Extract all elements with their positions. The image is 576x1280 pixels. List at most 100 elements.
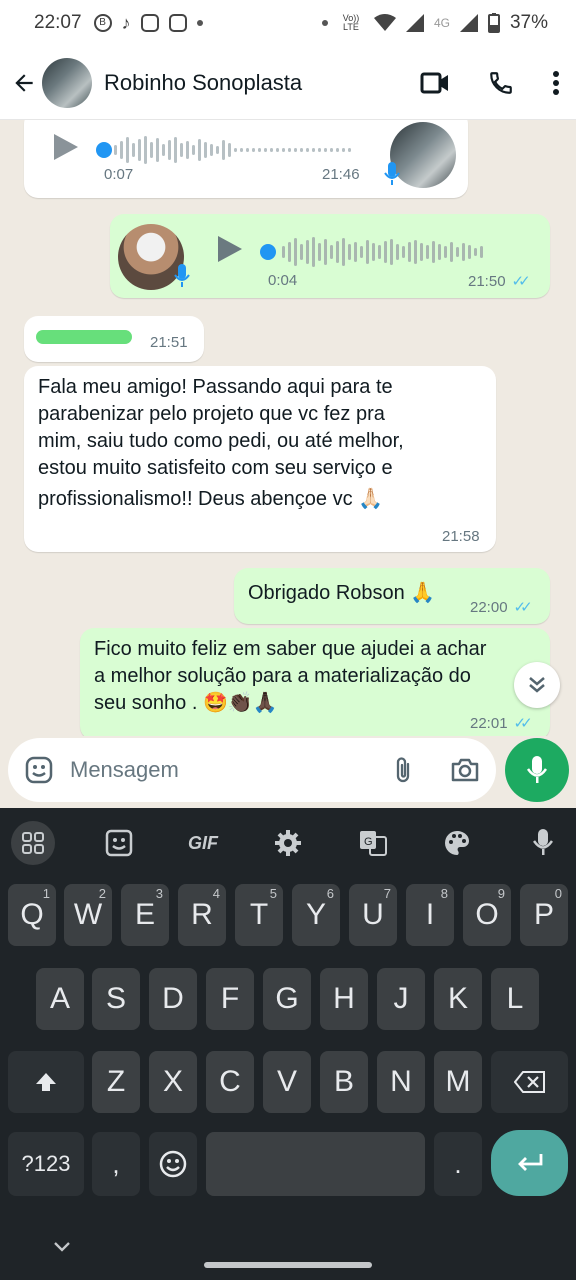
text-message-outgoing[interactable]: Fico muito feliz em saber que ajudei a a… [80, 628, 550, 736]
key-u[interactable]: U7 [349, 884, 397, 946]
message-text: Fala meu amigo! Passando aqui para te pa… [38, 376, 404, 510]
arrow-left-icon [15, 73, 33, 92]
play-icon[interactable] [218, 236, 242, 262]
contact-avatar[interactable] [42, 57, 92, 108]
comma-key[interactable]: , [92, 1132, 140, 1196]
period-key[interactable]: . [434, 1132, 482, 1196]
chat-area[interactable]: 0:07 21:46 0:04 21:50 ✓✓ 21:51 Fala meu … [0, 120, 576, 736]
mic-icon[interactable] [518, 814, 568, 872]
key-w[interactable]: W2 [64, 884, 112, 946]
emoji-key[interactable] [149, 1132, 197, 1196]
grid-icon[interactable] [8, 814, 58, 872]
notification-icons: B ♪ [93, 12, 203, 34]
space-key[interactable] [206, 1132, 425, 1196]
bitcoin-notification-icon: B [93, 14, 112, 32]
key-m[interactable]: M [434, 1051, 482, 1113]
backspace-icon [513, 1071, 545, 1093]
key-d[interactable]: D [149, 968, 197, 1030]
message-text: Obrigado Robson 🙏 [248, 582, 436, 604]
message-meta: 22:01 ✓✓ [470, 714, 533, 733]
translate-icon[interactable]: G [348, 814, 398, 872]
composer [0, 736, 576, 808]
key-f[interactable]: F [206, 968, 254, 1030]
redacted-message[interactable]: 21:51 [24, 316, 204, 362]
status-bar: 22:07 B ♪ Vo)) LTE 4G 37% [0, 0, 576, 46]
message-input[interactable] [70, 757, 370, 783]
playback-knob[interactable] [96, 142, 112, 158]
keyboard-toolbar: GIF G [0, 814, 576, 872]
key-h[interactable]: H [320, 968, 368, 1030]
voice-duration: 0:04 [268, 272, 298, 289]
voice-message-incoming[interactable]: 0:07 21:46 [24, 120, 468, 198]
video-call-icon[interactable] [420, 72, 450, 94]
wifi-icon [373, 14, 396, 31]
text-message-incoming[interactable]: Fala meu amigo! Passando aqui para te pa… [24, 366, 496, 552]
key-o[interactable]: O9 [463, 884, 511, 946]
message-time: 21:46 [322, 166, 360, 183]
key-j[interactable]: J [377, 968, 425, 1030]
key-p[interactable]: P0 [520, 884, 568, 946]
key-q[interactable]: Q1 [8, 884, 56, 946]
more-options-icon[interactable] [552, 70, 560, 96]
key-t[interactable]: T5 [235, 884, 283, 946]
text-message-outgoing[interactable]: Obrigado Robson 🙏 22:00 ✓✓ [234, 568, 550, 624]
sticker-emoji-icon[interactable] [24, 755, 54, 785]
voice-record-button[interactable] [505, 738, 569, 802]
mic-badge-icon [384, 162, 400, 185]
key-b[interactable]: B [320, 1051, 368, 1113]
waveform[interactable] [114, 135, 351, 165]
signal-icon-2 [459, 14, 478, 32]
palette-icon[interactable] [432, 814, 482, 872]
key-a[interactable]: A [36, 968, 84, 1030]
key-y[interactable]: Y6 [292, 884, 340, 946]
waveform[interactable] [282, 237, 483, 267]
battery-icon [487, 13, 500, 33]
back-button[interactable] [10, 69, 38, 97]
signal-icon [405, 14, 424, 32]
voice-duration: 0:07 [104, 166, 134, 183]
play-icon[interactable] [54, 134, 78, 160]
sticker-icon[interactable] [94, 814, 144, 872]
key-k[interactable]: K [434, 968, 482, 1030]
shift-icon [36, 1073, 56, 1091]
camera-icon[interactable] [450, 757, 480, 783]
backspace-key[interactable] [491, 1051, 568, 1113]
more-notifications-dot-icon [196, 20, 203, 26]
key-x[interactable]: X [149, 1051, 197, 1113]
enter-key[interactable] [491, 1130, 568, 1196]
enter-icon [517, 1154, 542, 1171]
instagram-notification-icon [140, 14, 159, 32]
emoji-icon [159, 1150, 187, 1178]
key-l[interactable]: L [491, 968, 539, 1030]
key-s[interactable]: S [92, 968, 140, 1030]
key-r[interactable]: R4 [178, 884, 226, 946]
status-dot-icon [321, 20, 328, 26]
voice-call-icon[interactable] [488, 70, 514, 96]
volte-indicator: Vo)) LTE [342, 13, 360, 32]
message-time: 22:00 [470, 598, 508, 616]
read-receipt-icon: ✓✓ [513, 599, 533, 616]
message-input-container[interactable] [8, 738, 496, 802]
contact-name[interactable]: Robinho Sonoplasta [104, 70, 302, 96]
key-c[interactable]: C [206, 1051, 254, 1113]
network-type-label: 4G [433, 15, 450, 30]
key-v[interactable]: V [263, 1051, 311, 1113]
gif-button[interactable]: GIF [178, 814, 228, 872]
tiktok-notification-icon: ♪ [121, 12, 131, 33]
key-e[interactable]: E3 [121, 884, 169, 946]
voice-message-outgoing[interactable]: 0:04 21:50 ✓✓ [110, 214, 550, 298]
key-n[interactable]: N [377, 1051, 425, 1113]
hide-keyboard-chevron-icon[interactable] [52, 1240, 72, 1254]
scroll-to-bottom-button[interactable] [514, 662, 560, 708]
shift-key[interactable] [8, 1051, 84, 1113]
attach-icon[interactable] [392, 755, 414, 785]
symbols-key[interactable]: ?123 [8, 1132, 84, 1196]
playback-knob[interactable] [260, 244, 276, 260]
home-gesture-pill[interactable] [204, 1262, 372, 1268]
settings-icon[interactable] [263, 814, 313, 872]
key-z[interactable]: Z [92, 1051, 140, 1113]
read-receipt-icon: ✓✓ [511, 273, 531, 290]
key-i[interactable]: I8 [406, 884, 454, 946]
battery-percent: 37% [509, 12, 548, 33]
key-g[interactable]: G [263, 968, 311, 1030]
